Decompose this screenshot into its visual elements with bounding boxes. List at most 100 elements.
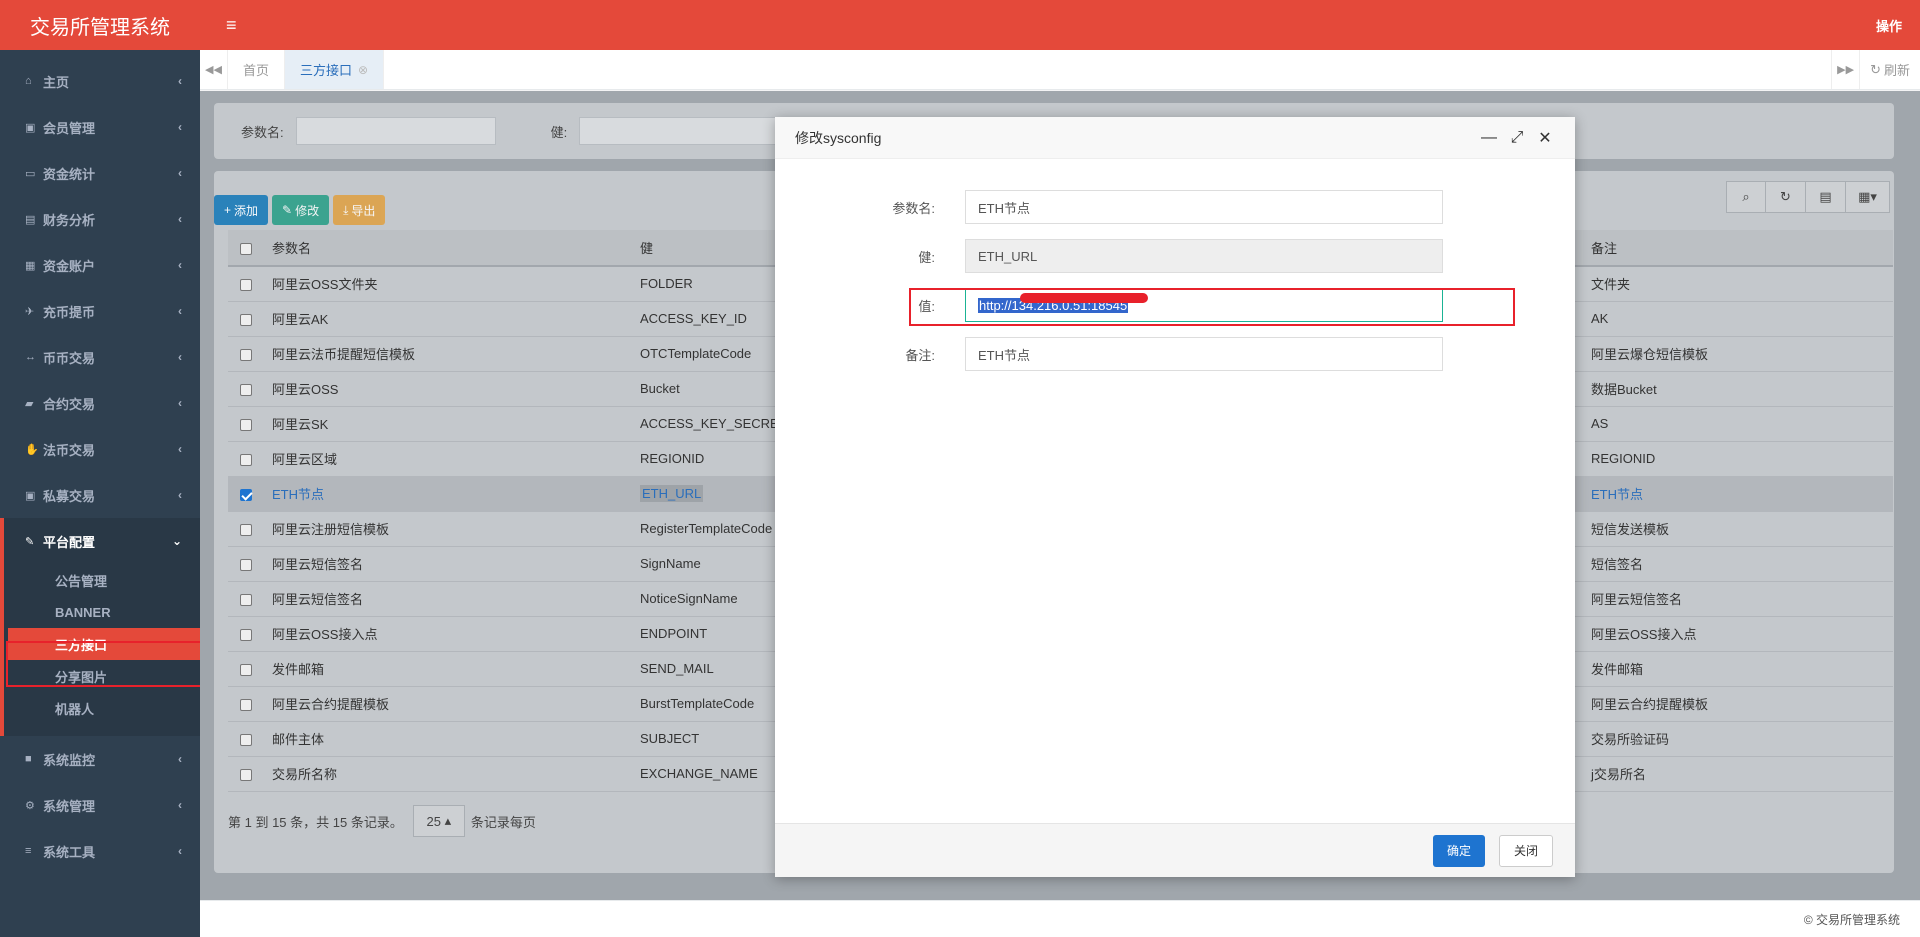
sidebar-item[interactable]: ≡ 系统工具 ‹ (0, 828, 200, 874)
note-input[interactable]: ETH节点 (965, 337, 1443, 371)
row-checkbox-cell[interactable] (228, 336, 258, 372)
row-checkbox[interactable] (240, 383, 252, 396)
key-input[interactable]: ETH_URL (965, 239, 1443, 273)
row-checkbox[interactable] (240, 628, 252, 641)
select-all-cell[interactable] (228, 230, 258, 267)
cell-note: 数据Bucket (1577, 371, 1893, 407)
tab-scroll-left-icon[interactable]: ◀◀ (200, 50, 228, 89)
edit-button[interactable]: ✎ 修改 (272, 195, 330, 225)
close-tab-icon[interactable]: ⊗ (358, 63, 368, 77)
row-checkbox[interactable] (240, 418, 252, 431)
cell-key-text: REGIONID (640, 451, 705, 466)
minimize-icon[interactable]: — (1479, 129, 1499, 147)
row-checkbox-cell[interactable] (228, 406, 258, 442)
sidebar-item[interactable]: ✈ 充币提币 ‹ (0, 288, 200, 334)
row-checkbox-cell[interactable] (228, 651, 258, 687)
chevron-left-icon: ‹ (178, 488, 182, 502)
chevron-down-icon: ⌄ (171, 534, 182, 548)
row-checkbox[interactable] (240, 453, 252, 466)
page-size-select[interactable]: 25 ▴ (412, 805, 465, 837)
sidebar-sub-banner[interactable]: BANNER (4, 596, 200, 628)
sidebar-item[interactable]: ⌂ 主页 ‹ (0, 58, 200, 104)
row-checkbox-cell[interactable] (228, 721, 258, 757)
row-checkbox[interactable] (240, 558, 252, 571)
tab-scroll-right-icon[interactable]: ▶▶ (1831, 50, 1859, 89)
row-checkbox[interactable] (240, 278, 252, 291)
sidebar-item[interactable]: ■ 系统监控 ‹ (0, 736, 200, 782)
plane-icon: ✈ (25, 305, 35, 318)
search-param-input[interactable] (295, 117, 496, 145)
cell-note: AS (1577, 406, 1893, 442)
menu-toggle-icon[interactable]: ≡ (226, 15, 237, 36)
row-checkbox[interactable] (240, 488, 252, 501)
row-checkbox-cell[interactable] (228, 371, 258, 407)
export-button[interactable]: ⤓ 导出 (333, 195, 386, 225)
search-key-input[interactable] (579, 117, 780, 145)
row-checkbox-cell[interactable] (228, 616, 258, 652)
arrows-icon: ↔ (25, 351, 36, 363)
close-button[interactable]: 关闭 (1498, 834, 1553, 867)
row-checkbox[interactable] (240, 663, 252, 676)
sidebar-item[interactable]: ⚙ 系统管理 ‹ (0, 782, 200, 828)
sidebar-sub-announcement[interactable]: 公告管理 (4, 564, 200, 596)
cell-key-text: SignName (640, 556, 701, 571)
row-checkbox[interactable] (240, 593, 252, 606)
cell-note: ETH节点 (1577, 476, 1893, 512)
sidebar-item[interactable]: ✋ 法币交易 ‹ (0, 426, 200, 472)
close-icon[interactable]: ✕ (1535, 128, 1555, 148)
toggle-view-icon[interactable]: ▤ (1806, 181, 1846, 213)
sidebar-item[interactable]: ↔ 币币交易 ‹ (0, 334, 200, 380)
cell-note: 交易所验证码 (1577, 721, 1893, 757)
cell-note: 阿里云OSS接入点 (1577, 616, 1893, 652)
row-checkbox[interactable] (240, 768, 252, 781)
search-toggle-icon[interactable]: ⌕ (1726, 181, 1766, 213)
row-checkbox[interactable] (240, 698, 252, 711)
note-label: 备注: (905, 347, 935, 363)
sidebar-item[interactable]: ▣ 私募交易 ‹ (0, 472, 200, 518)
footer-copyright: © 交易所管理系统 (1803, 912, 1900, 927)
sidebar-item[interactable]: ▭ 资金统计 ‹ (0, 150, 200, 196)
row-checkbox-cell[interactable] (228, 686, 258, 722)
table-tools: ⌕ ↻ ▤ ▦▾ (1726, 181, 1890, 213)
row-checkbox[interactable] (240, 733, 252, 746)
refresh-table-icon[interactable]: ↻ (1766, 181, 1806, 213)
cell-note: AK (1577, 301, 1893, 337)
app-logo-title: 交易所管理系统 (0, 0, 200, 50)
row-checkbox-cell[interactable] (228, 756, 258, 792)
add-button[interactable]: + 添加 (214, 195, 269, 225)
chevron-left-icon: ‹ (178, 304, 182, 318)
row-checkbox-cell[interactable] (228, 441, 258, 477)
cell-key-text: OTCTemplateCode (640, 346, 752, 361)
top-action-menu[interactable]: 操作 (1876, 16, 1902, 35)
row-checkbox-cell[interactable] (228, 546, 258, 582)
confirm-button[interactable]: 确定 (1432, 834, 1485, 867)
cell-param-name: 阿里云法币提醒短信模板 (258, 336, 626, 372)
row-checkbox[interactable] (240, 313, 252, 326)
row-checkbox[interactable] (240, 523, 252, 536)
row-checkbox-cell[interactable] (228, 266, 258, 302)
col-note[interactable]: 备注 (1577, 230, 1893, 267)
row-checkbox-cell[interactable] (228, 476, 258, 512)
user-card-icon: ▣ (25, 489, 36, 502)
tab-third-party-api[interactable]: 三方接口 ⊗ (285, 50, 385, 89)
edit-sysconfig-dialog: 修改sysconfig — ⤢ ✕ 参数名: ETH节点 健: ETH_URL … (775, 117, 1575, 877)
tab-home[interactable]: 首页 (228, 50, 286, 89)
row-checkbox-cell[interactable] (228, 301, 258, 337)
sidebar-sub-robot[interactable]: 机器人 (4, 692, 200, 724)
sidebar-item[interactable]: ▰ 合约交易 ‹ (0, 380, 200, 426)
sidebar-item-platform-config[interactable]: ✎ 平台配置 ⌄ (4, 518, 200, 564)
col-param-name[interactable]: 参数名 (258, 230, 626, 267)
maximize-icon[interactable]: ⤢ (1507, 129, 1527, 147)
sidebar-item[interactable]: ▣ 会员管理 ‹ (0, 104, 200, 150)
param-name-input[interactable]: ETH节点 (965, 190, 1443, 224)
refresh-button[interactable]: ↻ 刷新 (1859, 50, 1920, 89)
select-all-checkbox[interactable] (240, 242, 252, 255)
row-checkbox-cell[interactable] (228, 511, 258, 547)
sidebar-item[interactable]: ▤ 财务分析 ‹ (0, 196, 200, 242)
row-checkbox-cell[interactable] (228, 581, 258, 617)
columns-icon[interactable]: ▦▾ (1846, 181, 1890, 213)
sidebar-item[interactable]: ▦ 资金账户 ‹ (0, 242, 200, 288)
top-bar: ≡ 操作 (200, 0, 1920, 50)
cell-key-text: FOLDER (640, 276, 693, 292)
row-checkbox[interactable] (240, 348, 252, 361)
